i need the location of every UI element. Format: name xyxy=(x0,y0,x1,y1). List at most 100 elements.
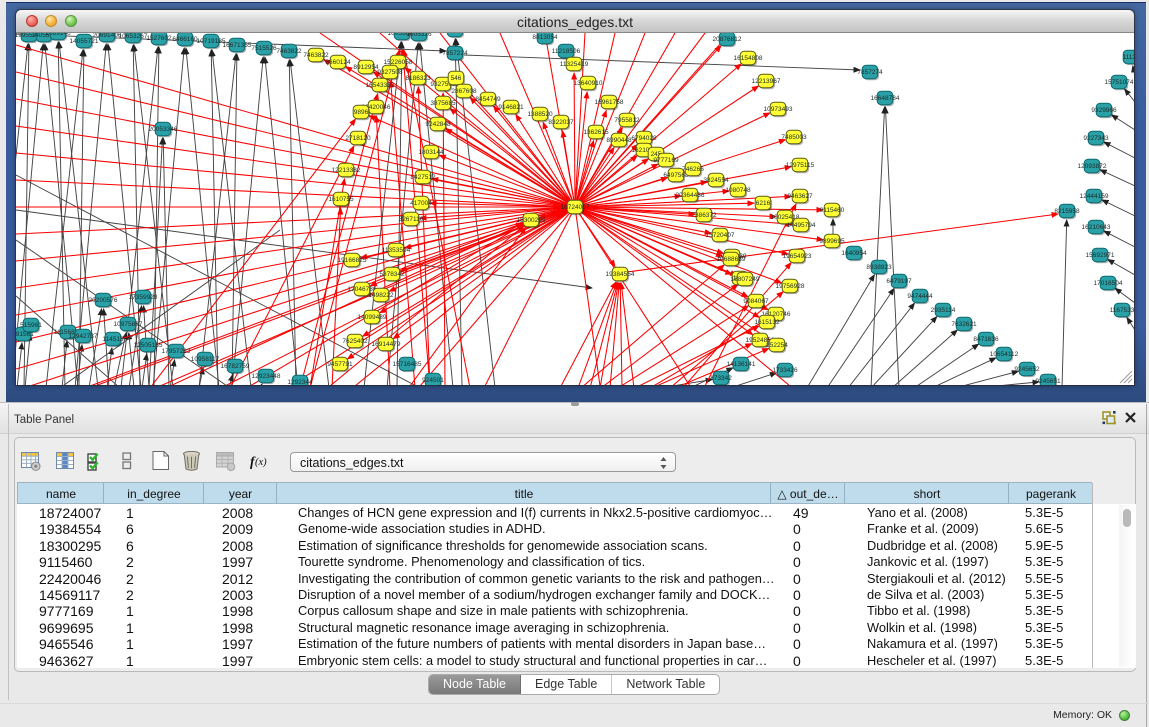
svg-text:1610755: 1610755 xyxy=(328,196,354,203)
svg-text:546: 546 xyxy=(451,75,462,82)
svg-text:1803144: 1803144 xyxy=(418,149,444,156)
svg-text:7515526: 7515526 xyxy=(251,45,277,52)
svg-text:1640954: 1640954 xyxy=(841,250,867,257)
svg-text:2867608: 2867608 xyxy=(451,88,477,95)
svg-text:12213382: 12213382 xyxy=(332,167,361,174)
svg-text:1733426: 1733426 xyxy=(772,367,798,374)
svg-text:9899695: 9899695 xyxy=(819,238,845,245)
svg-text:9245652: 9245652 xyxy=(1014,366,1040,373)
svg-text:19166825: 19166825 xyxy=(338,257,367,264)
svg-text:11353594: 11353594 xyxy=(382,247,411,254)
svg-text:1362615: 1362615 xyxy=(583,129,609,136)
svg-text:8454749: 8454749 xyxy=(475,96,501,103)
svg-text:14055721: 14055721 xyxy=(70,38,99,45)
svg-text:7955812: 7955812 xyxy=(614,117,640,124)
svg-text:15716485: 15716485 xyxy=(393,361,422,368)
svg-text:20691406: 20691406 xyxy=(93,33,122,39)
svg-text:17016504: 17016504 xyxy=(1094,280,1123,287)
svg-text:8186323: 8186323 xyxy=(405,75,431,82)
svg-text:2069140: 2069140 xyxy=(45,33,71,37)
svg-text:1080748: 1080748 xyxy=(725,187,751,194)
svg-text:14495794: 14495794 xyxy=(787,222,816,229)
svg-text:9896: 9896 xyxy=(354,109,369,116)
svg-text:15720407: 15720407 xyxy=(706,232,735,239)
svg-text:114513: 114513 xyxy=(102,336,124,343)
svg-text:20200576: 20200576 xyxy=(89,297,118,304)
svg-text:11325419: 11325419 xyxy=(560,61,589,68)
svg-text:20364436: 20364436 xyxy=(676,192,705,199)
svg-text:6479197: 6479197 xyxy=(886,278,912,285)
svg-text:19756928: 19756928 xyxy=(776,283,805,290)
svg-text:10958117: 10958117 xyxy=(191,356,220,363)
svg-text:10654112: 10654112 xyxy=(990,351,1019,358)
svg-text:3875685: 3875685 xyxy=(430,100,456,107)
svg-text:8813054: 8813054 xyxy=(532,34,558,41)
svg-text:10688639: 10688639 xyxy=(717,256,746,263)
svg-text:12444159: 12444159 xyxy=(1080,193,1109,200)
svg-text:7625402: 7625402 xyxy=(342,338,368,345)
svg-text:12093872: 12093872 xyxy=(1078,163,1107,170)
svg-text:7463822: 7463822 xyxy=(303,52,329,59)
svg-text:2718120: 2718120 xyxy=(345,135,371,142)
svg-text:17957223: 17957223 xyxy=(162,348,191,355)
svg-text:10653267: 10653267 xyxy=(119,33,148,40)
svg-text:19654923: 19654923 xyxy=(783,253,812,260)
svg-text:15692971: 15692971 xyxy=(1086,252,1115,259)
svg-text:8322037: 8322037 xyxy=(548,119,574,126)
svg-text:9457791: 9457791 xyxy=(327,361,353,368)
svg-text:9245651: 9245651 xyxy=(1035,378,1061,385)
svg-text:11218506: 11218506 xyxy=(552,48,581,55)
svg-text:7857224: 7857224 xyxy=(442,50,468,57)
svg-text:8471636: 8471636 xyxy=(973,336,999,343)
svg-text:10973493: 10973493 xyxy=(764,106,793,113)
svg-text:1615132: 1615132 xyxy=(754,319,780,326)
svg-text:18807249: 18807249 xyxy=(731,276,760,283)
svg-text:515961: 515961 xyxy=(20,322,42,329)
svg-text:11218: 11218 xyxy=(446,33,464,34)
svg-text:11121: 11121 xyxy=(1122,54,1134,61)
svg-text:252254: 252254 xyxy=(766,342,788,349)
svg-text:7485003: 7485003 xyxy=(781,134,807,141)
svg-text:16210643: 16210643 xyxy=(1082,224,1111,231)
svg-text:20053346: 20053346 xyxy=(149,126,178,133)
svg-text:1605326: 1605326 xyxy=(406,33,432,38)
svg-text:17359928: 17359928 xyxy=(129,294,158,301)
svg-text:16543382: 16543382 xyxy=(366,82,395,89)
svg-text:3267110: 3267110 xyxy=(399,216,424,223)
svg-text:12505135: 12505135 xyxy=(134,342,163,349)
svg-text:10975887: 10975887 xyxy=(114,321,143,328)
svg-text:8215958: 8215958 xyxy=(1054,208,1080,215)
svg-text:9242848: 9242848 xyxy=(425,121,451,128)
svg-text:6216: 6216 xyxy=(756,200,771,207)
svg-text:3824554: 3824554 xyxy=(703,177,729,184)
svg-text:746266: 746266 xyxy=(682,166,704,173)
svg-text:1292344: 1292344 xyxy=(287,379,313,385)
svg-text:9329966: 9329966 xyxy=(1091,107,1117,114)
svg-text:9084067: 9084067 xyxy=(743,298,769,305)
svg-text:16671355: 16671355 xyxy=(223,42,252,49)
svg-text:(x): (x) xyxy=(255,457,267,468)
svg-text:1167533: 1167533 xyxy=(1110,307,1134,314)
svg-text:16914479: 16914479 xyxy=(372,341,401,348)
svg-text:18724007: 18724007 xyxy=(561,204,590,211)
svg-text:18300295: 18300295 xyxy=(517,217,546,224)
svg-text:19384554: 19384554 xyxy=(606,271,635,278)
svg-text:14099489: 14099489 xyxy=(358,314,387,321)
svg-text:8938923: 8938923 xyxy=(866,264,892,271)
svg-text:16782759: 16782759 xyxy=(221,363,250,370)
svg-text:8660124: 8660124 xyxy=(325,59,351,66)
svg-text:10719185: 10719185 xyxy=(197,38,226,45)
svg-text:7632621: 7632621 xyxy=(951,321,977,328)
svg-text:173342: 173342 xyxy=(710,375,732,382)
svg-text:1388520: 1388520 xyxy=(527,111,553,118)
svg-text:15751074: 15751074 xyxy=(1105,79,1134,86)
svg-text:7857274: 7857274 xyxy=(857,69,883,76)
svg-text:12942737: 12942737 xyxy=(69,333,98,340)
svg-text:12975115: 12975115 xyxy=(786,162,815,169)
svg-text:924501: 924501 xyxy=(422,377,444,384)
svg-text:9777169: 9777169 xyxy=(653,157,679,164)
svg-text:16961758: 16961758 xyxy=(595,99,624,106)
svg-text:1527602: 1527602 xyxy=(146,35,172,42)
svg-text:417004: 417004 xyxy=(410,200,432,207)
svg-text:5878342: 5878342 xyxy=(379,271,405,278)
